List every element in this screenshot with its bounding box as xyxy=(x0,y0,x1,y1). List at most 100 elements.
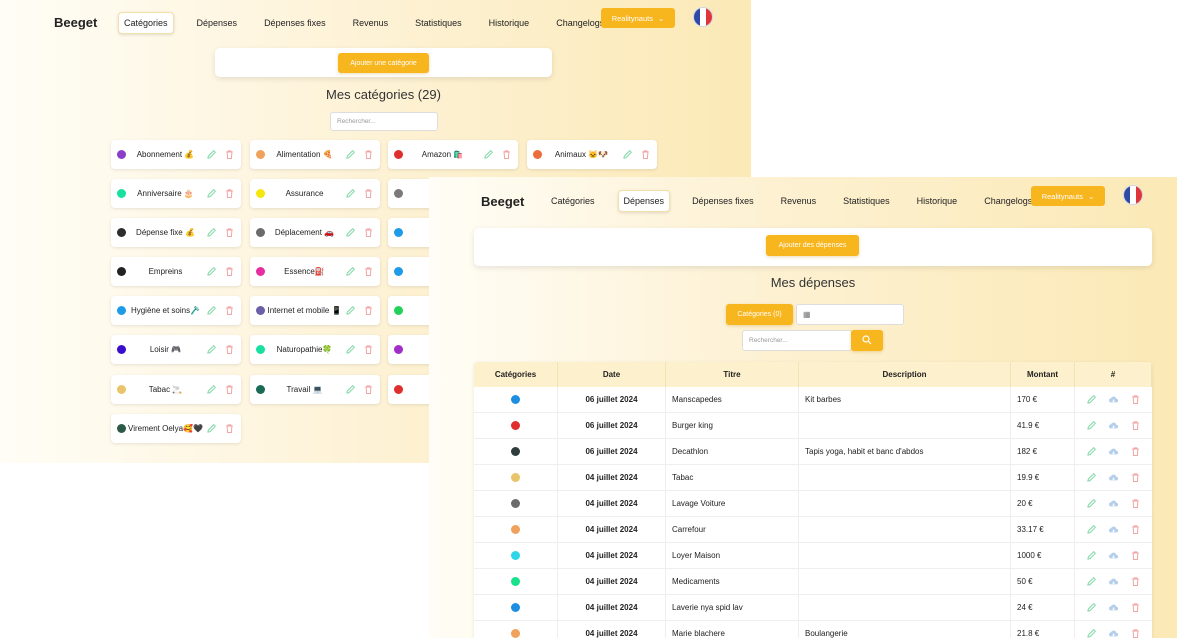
search-input[interactable]: Rechercher... xyxy=(742,330,852,351)
nav-link-3[interactable]: Revenus xyxy=(776,191,822,211)
language-flag-icon[interactable] xyxy=(693,7,713,27)
edit-pencil-icon[interactable] xyxy=(205,344,217,356)
nav-link-4[interactable]: Statistiques xyxy=(838,191,895,211)
edit-pencil-icon[interactable] xyxy=(1086,628,1098,638)
nav-link-5[interactable]: Historique xyxy=(912,191,963,211)
edit-pencil-icon[interactable] xyxy=(1086,524,1098,536)
cloud-download-icon[interactable] xyxy=(1108,420,1120,432)
table-row[interactable]: 04 juillet 2024 Loyer Maison 1000 € xyxy=(474,543,1152,569)
edit-pencil-icon[interactable] xyxy=(1086,446,1098,458)
edit-pencil-icon[interactable] xyxy=(344,188,356,200)
delete-trash-icon[interactable] xyxy=(223,149,235,161)
delete-trash-icon[interactable] xyxy=(362,305,374,317)
delete-trash-icon[interactable] xyxy=(639,149,651,161)
cloud-download-icon[interactable] xyxy=(1108,524,1120,536)
edit-pencil-icon[interactable] xyxy=(205,149,217,161)
cloud-download-icon[interactable] xyxy=(1108,472,1120,484)
edit-pencil-icon[interactable] xyxy=(205,266,217,278)
header-amount[interactable]: Montant xyxy=(1011,362,1075,387)
nav-link-6[interactable]: Changelogs xyxy=(979,191,1037,211)
edit-pencil-icon[interactable] xyxy=(344,305,356,317)
delete-trash-icon[interactable] xyxy=(1130,472,1142,484)
edit-pencil-icon[interactable] xyxy=(1086,576,1098,588)
nav-link-1[interactable]: Dépenses xyxy=(617,190,671,212)
date-picker-input[interactable]: ▦ xyxy=(796,304,904,325)
nav-link-0[interactable]: Catégories xyxy=(118,12,174,34)
delete-trash-icon[interactable] xyxy=(223,266,235,278)
add-category-button[interactable]: Ajouter une catégorie xyxy=(338,53,429,73)
nav-link-3[interactable]: Revenus xyxy=(348,13,394,33)
nav-link-4[interactable]: Statistiques xyxy=(410,13,467,33)
header-title[interactable]: Titre xyxy=(666,362,799,387)
table-row[interactable]: 04 juillet 2024 Lavage Voiture 20 € xyxy=(474,491,1152,517)
nav-link-2[interactable]: Dépenses fixes xyxy=(687,191,759,211)
delete-trash-icon[interactable] xyxy=(1130,420,1142,432)
cloud-download-icon[interactable] xyxy=(1108,628,1120,638)
delete-trash-icon[interactable] xyxy=(1130,394,1142,406)
table-row[interactable]: 06 juillet 2024 Burger king 41.9 € xyxy=(474,413,1152,439)
edit-pencil-icon[interactable] xyxy=(1086,602,1098,614)
cloud-download-icon[interactable] xyxy=(1108,550,1120,562)
delete-trash-icon[interactable] xyxy=(223,227,235,239)
table-row[interactable]: 06 juillet 2024 Decathlon Tapis yoga, habi… xyxy=(474,439,1152,465)
cloud-download-icon[interactable] xyxy=(1108,602,1120,614)
cloud-download-icon[interactable] xyxy=(1108,498,1120,510)
delete-trash-icon[interactable] xyxy=(1130,498,1142,510)
edit-pencil-icon[interactable] xyxy=(205,384,217,396)
search-button[interactable] xyxy=(851,330,883,351)
delete-trash-icon[interactable] xyxy=(362,149,374,161)
delete-trash-icon[interactable] xyxy=(362,344,374,356)
edit-pencil-icon[interactable] xyxy=(1086,472,1098,484)
search-input[interactable]: Rechercher... xyxy=(330,112,438,131)
cloud-download-icon[interactable] xyxy=(1108,576,1120,588)
nav-link-5[interactable]: Historique xyxy=(484,13,535,33)
header-date[interactable]: Date xyxy=(558,362,666,387)
table-row[interactable]: 04 juillet 2024 Marie blachere Boulangerie… xyxy=(474,621,1152,638)
edit-pencil-icon[interactable] xyxy=(1086,498,1098,510)
language-flag-icon[interactable] xyxy=(1123,185,1143,205)
delete-trash-icon[interactable] xyxy=(1130,550,1142,562)
brand-logo[interactable]: Beeget xyxy=(481,194,524,209)
table-row[interactable]: 04 juillet 2024 Laverie nya spid lav 24 € xyxy=(474,595,1152,621)
edit-pencil-icon[interactable] xyxy=(344,266,356,278)
add-expense-button[interactable]: Ajouter des dépenses xyxy=(766,235,859,256)
edit-pencil-icon[interactable] xyxy=(205,423,217,435)
delete-trash-icon[interactable] xyxy=(1130,446,1142,458)
edit-pencil-icon[interactable] xyxy=(344,344,356,356)
delete-trash-icon[interactable] xyxy=(362,266,374,278)
nav-link-2[interactable]: Dépenses fixes xyxy=(259,13,331,33)
delete-trash-icon[interactable] xyxy=(223,423,235,435)
brand-logo[interactable]: Beeget xyxy=(54,15,97,30)
delete-trash-icon[interactable] xyxy=(362,227,374,239)
edit-pencil-icon[interactable] xyxy=(1086,420,1098,432)
edit-pencil-icon[interactable] xyxy=(344,384,356,396)
edit-pencil-icon[interactable] xyxy=(1086,550,1098,562)
user-menu-button[interactable]: Realitynauts ⌄ xyxy=(601,8,675,28)
cloud-download-icon[interactable] xyxy=(1108,394,1120,406)
edit-pencil-icon[interactable] xyxy=(205,188,217,200)
table-row[interactable]: 06 juillet 2024 Manscapedes Kit barbes 170 … xyxy=(474,387,1152,413)
delete-trash-icon[interactable] xyxy=(1130,524,1142,536)
table-row[interactable]: 04 juillet 2024 Carrefour 33.17 € xyxy=(474,517,1152,543)
edit-pencil-icon[interactable] xyxy=(621,149,633,161)
edit-pencil-icon[interactable] xyxy=(482,149,494,161)
header-description[interactable]: Description xyxy=(799,362,1011,387)
delete-trash-icon[interactable] xyxy=(1130,628,1142,638)
category-filter-button[interactable]: Catégories (0) xyxy=(726,304,793,325)
table-row[interactable]: 04 juillet 2024 Tabac 19.9 € xyxy=(474,465,1152,491)
delete-trash-icon[interactable] xyxy=(362,384,374,396)
edit-pencil-icon[interactable] xyxy=(344,149,356,161)
delete-trash-icon[interactable] xyxy=(223,305,235,317)
edit-pencil-icon[interactable] xyxy=(1086,394,1098,406)
edit-pencil-icon[interactable] xyxy=(205,227,217,239)
nav-link-0[interactable]: Catégories xyxy=(546,191,600,211)
edit-pencil-icon[interactable] xyxy=(344,227,356,239)
header-categories[interactable]: Catégories xyxy=(474,362,558,387)
delete-trash-icon[interactable] xyxy=(1130,576,1142,588)
edit-pencil-icon[interactable] xyxy=(205,305,217,317)
delete-trash-icon[interactable] xyxy=(223,188,235,200)
delete-trash-icon[interactable] xyxy=(362,188,374,200)
delete-trash-icon[interactable] xyxy=(223,384,235,396)
nav-link-1[interactable]: Dépenses xyxy=(192,13,243,33)
delete-trash-icon[interactable] xyxy=(500,149,512,161)
